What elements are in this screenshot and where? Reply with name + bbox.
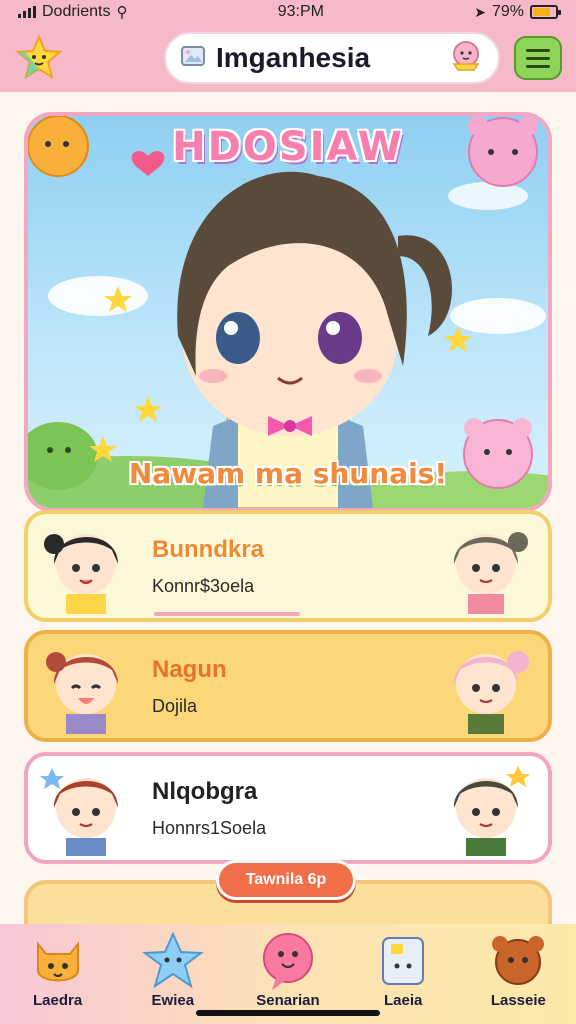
status-time: 93:PM — [277, 3, 324, 20]
card-subtitle: Honnrs1Soela — [152, 818, 267, 838]
nav-label: Senarian — [256, 992, 320, 1009]
app-title: Imganhesia — [216, 42, 371, 73]
nav-label: Ewiea — [151, 992, 195, 1009]
nav-label: Laeia — [383, 992, 423, 1009]
card-progress-bar — [154, 612, 300, 616]
hero-subtitle: Nawam ma shunais! — [128, 457, 448, 490]
location-icon: ➤ — [474, 3, 486, 20]
bottom-nav: Laedra Ewiea Senarian Laeia Lasseie — [0, 924, 576, 1024]
carrier-label: Dodrients — [42, 3, 111, 20]
status-left: Dodrients ⚲ — [18, 3, 127, 21]
character-card-1[interactable]: Bunndkra Konnr$3oela — [24, 510, 552, 622]
avatar-left — [40, 768, 118, 856]
avatar-right — [453, 651, 529, 734]
card-name: Nagun — [152, 656, 227, 683]
floating-action-button[interactable]: Tawnila 6p — [216, 860, 356, 900]
app-title-bar[interactable]: Imganhesia — [164, 32, 500, 84]
star-icon[interactable] — [14, 33, 64, 83]
hero-banner[interactable]: HDOSIAW Nawam ma shunais! — [24, 112, 552, 512]
status-bar: Dodrients ⚲ 93:PM ➤ 79% — [0, 0, 576, 24]
mascot-icon[interactable] — [448, 38, 484, 78]
app-header: Imganhesia — [0, 24, 576, 92]
nav-item-lasseie[interactable]: Lasseie — [468, 930, 568, 1024]
card-subtitle: Konnr$3oela — [152, 576, 255, 596]
card-subtitle: Dojila — [152, 696, 198, 716]
hero-title: HDOSIAW — [172, 124, 404, 170]
battery-percent: 79% — [491, 3, 524, 20]
menu-button[interactable] — [514, 36, 562, 80]
character-card-3[interactable]: Nlqobgra Honnrs1Soela — [24, 752, 552, 864]
card-name: Nlqobgra — [152, 778, 258, 805]
status-right: ➤ 79% — [474, 3, 561, 21]
avatar-right — [453, 766, 530, 856]
hero-illustration — [28, 116, 548, 508]
avatar-left — [46, 652, 118, 734]
avatar-right — [453, 532, 528, 614]
wifi-icon: ⚲ — [116, 4, 128, 21]
avatar-left — [44, 534, 118, 614]
image-icon — [180, 43, 206, 73]
bear-icon — [492, 936, 545, 985]
nav-item-laedra[interactable]: Laedra — [8, 930, 108, 1024]
battery-icon — [530, 5, 561, 19]
notebook-icon — [382, 937, 425, 985]
card-name: Bunndkra — [152, 536, 265, 563]
nav-label: Lasseie — [490, 992, 546, 1009]
chat-bubble-icon — [262, 933, 313, 990]
cat-icon — [36, 941, 79, 982]
signal-icon — [18, 6, 36, 18]
nav-label: Laedra — [32, 992, 83, 1009]
star-icon — [141, 931, 204, 989]
home-indicator[interactable] — [196, 1010, 380, 1016]
character-card-2[interactable]: Nagun Dojila — [24, 630, 552, 742]
